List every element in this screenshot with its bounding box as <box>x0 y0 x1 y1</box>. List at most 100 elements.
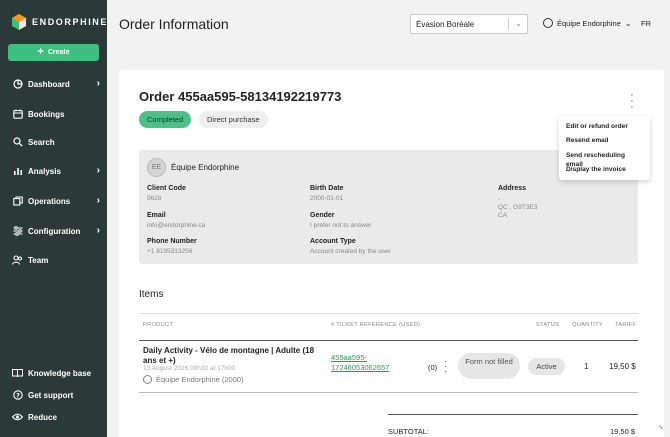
sidebar-item-analysis[interactable]: Analysis › <box>12 163 100 179</box>
endorphine-logo-icon <box>12 14 26 30</box>
sidebar-item-label: Team <box>28 255 49 265</box>
sidebar-item-label: Reduce <box>28 412 57 422</box>
sidebar-item-label: Analysis <box>28 166 61 176</box>
bar-chart-icon <box>12 166 23 177</box>
items-section-title: Items <box>139 289 164 300</box>
svg-text:?: ? <box>16 391 20 399</box>
more-options-icon[interactable]: · · · <box>628 90 636 113</box>
email-value: info@endorphine.ca <box>147 222 206 229</box>
table-row-divider <box>139 392 638 393</box>
company-select-value: Évasion Boréale <box>416 19 475 29</box>
sidebar-item-bookings[interactable]: Bookings <box>12 106 100 122</box>
column-header-product: PRODUCT <box>143 322 174 328</box>
menu-item-display-invoice[interactable]: Display the invoice <box>559 165 650 179</box>
order-title: Order 455aa595-58134192219773 <box>139 89 342 104</box>
address-label: Address <box>498 185 527 192</box>
eye-icon <box>12 412 23 423</box>
team-icon <box>12 255 23 266</box>
sidebar-item-operations[interactable]: Operations › <box>12 193 100 209</box>
sidebar-item-dashboard[interactable]: Dashboard › <box>12 76 100 92</box>
sidebar-item-label: Dashboard <box>28 79 70 89</box>
column-header-ticket-ref: # TICKET REFERENCE (USED) <box>331 322 421 328</box>
menu-item-send-rescheduling[interactable]: Send rescheduling email <box>559 151 650 168</box>
language-toggle[interactable]: FR <box>641 19 651 28</box>
page-title: Order Information <box>119 16 229 32</box>
sidebar-item-label: Configuration <box>28 226 81 236</box>
product-team: Équipe Endorphine (2000) <box>143 375 244 384</box>
address-line2: QC , G9T3E3 <box>498 204 538 211</box>
item-quantity: 1 <box>584 362 589 371</box>
sidebar-item-label: Knowledge base <box>28 368 92 378</box>
sidebar-item-reduce[interactable]: Reduce <box>12 409 100 425</box>
address-line1: - <box>498 196 501 203</box>
chevron-right-icon: › <box>96 195 100 206</box>
sidebar-item-label: Get support <box>28 390 74 400</box>
actions-dropdown: Edit or refund order Resend email Send r… <box>559 116 650 180</box>
calendar-icon <box>12 109 23 120</box>
subtotal-value: 19,50 $ <box>610 427 636 436</box>
column-header-tariff: TARIFF <box>615 322 637 328</box>
user-menu[interactable]: Équipe Endorphine ⌄ <box>543 18 632 28</box>
sidebar-item-configuration[interactable]: Configuration › <box>12 223 100 239</box>
user-icon <box>143 375 152 384</box>
help-icon: ? <box>12 390 23 401</box>
phone-label: Phone Number <box>147 238 197 245</box>
menu-item-edit-refund[interactable]: Edit or refund order <box>559 122 650 136</box>
item-status-badge: Active <box>528 358 565 375</box>
sliders-icon <box>12 226 23 237</box>
product-date: 13 August 2026 08h30 at 17h00 <box>143 365 236 372</box>
ticket-used-count: (0) <box>428 363 438 372</box>
customer-name: Équipe Endorphine <box>171 163 240 172</box>
address-line3: CA <box>498 212 508 219</box>
client-code-value: 9628 <box>147 195 162 202</box>
chevron-down-icon: ⌄ <box>515 19 522 28</box>
user-name: Équipe Endorphine <box>557 18 621 28</box>
sidebar-item-knowledge-base[interactable]: Knowledge base <box>12 365 100 381</box>
product-name: Daily Activity - Vélo de montagne | Adul… <box>143 346 315 365</box>
phone-value: +1 8195313256 <box>147 248 193 255</box>
column-header-status: STATUS <box>536 322 560 328</box>
user-icon <box>543 18 553 28</box>
product-team-label: Équipe Endorphine (2000) <box>156 375 244 384</box>
chevron-down-icon: ⌄ <box>624 18 632 28</box>
select-divider <box>508 18 509 30</box>
birth-date-value: 2000-01-01 <box>310 195 344 202</box>
sidebar-item-search[interactable]: Search <box>12 134 100 150</box>
ticket-reference-link[interactable]: 455aa595-17246053062657 <box>331 353 411 372</box>
loading-indicator-icon: ◝ <box>659 424 663 434</box>
chevron-right-icon: › <box>96 78 100 89</box>
search-icon <box>12 137 23 148</box>
birth-date-label: Birth Date <box>310 185 344 192</box>
client-code-label: Client Code <box>147 185 186 192</box>
create-button-label: Create <box>47 49 70 56</box>
status-badge: Completed <box>139 111 192 128</box>
form-status-button[interactable]: Form not filled <box>458 353 520 379</box>
account-type-label: Account Type <box>310 238 356 245</box>
pie-chart-icon <box>12 79 23 90</box>
company-select[interactable]: Évasion Boréale ⌄ <box>410 14 528 34</box>
chevron-right-icon: › <box>96 225 100 236</box>
sidebar-item-label: Search <box>28 137 55 147</box>
email-label: Email <box>147 212 166 219</box>
brand-name: ENDORPHINE <box>32 17 109 27</box>
account-type-value: Account created by the user <box>310 248 391 255</box>
menu-item-resend-email[interactable]: Resend email <box>559 136 650 150</box>
row-more-options-icon[interactable]: · · · <box>444 357 447 377</box>
avatar: EE <box>147 158 166 177</box>
book-icon <box>12 368 23 379</box>
gender-value: I prefer not to answer <box>310 222 372 229</box>
create-button[interactable]: + Create <box>8 44 99 61</box>
sidebar-item-get-support[interactable]: ? Get support <box>12 387 100 403</box>
item-tariff: 19,50 $ <box>609 362 636 371</box>
column-header-quantity: QUANTITY <box>572 322 603 328</box>
sidebar-item-team[interactable]: Team <box>12 252 100 268</box>
brand[interactable]: ENDORPHINE <box>12 14 108 30</box>
subtotal-divider <box>388 414 638 415</box>
sidebar-item-label: Bookings <box>28 109 65 119</box>
sidebar: ENDORPHINE + Create Dashboard › Bookings… <box>0 0 107 437</box>
gender-label: Gender <box>310 212 335 219</box>
operations-icon <box>12 196 23 207</box>
purchase-type-badge: Direct purchase <box>199 111 268 128</box>
table-header-divider <box>139 340 638 341</box>
sidebar-item-label: Operations <box>28 196 71 206</box>
